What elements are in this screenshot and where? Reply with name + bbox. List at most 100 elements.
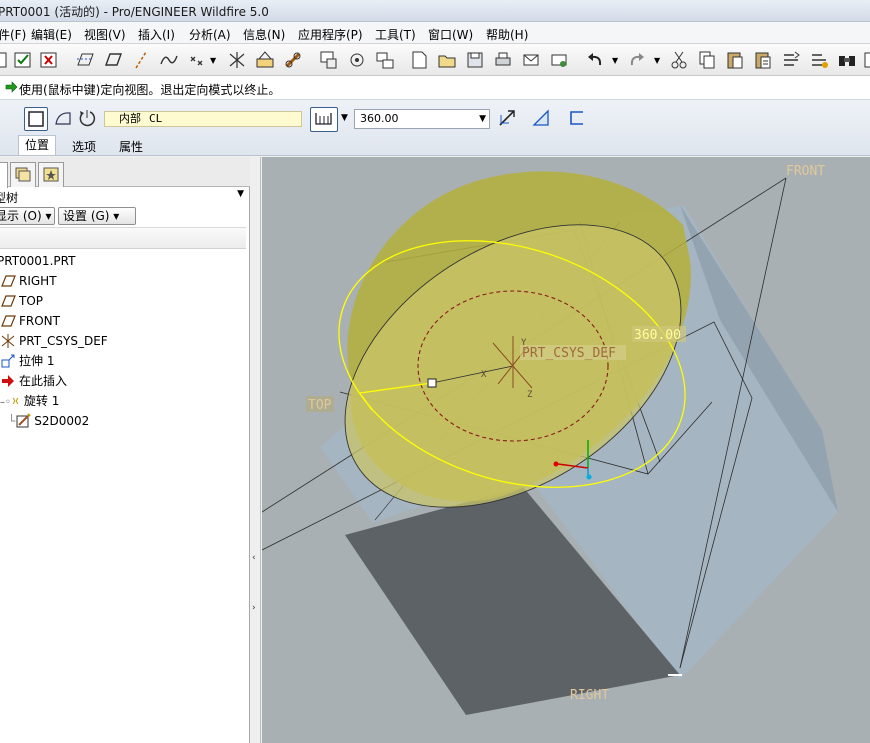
menu-view[interactable]: 视图(V) [84, 26, 126, 43]
flip-direction-button[interactable] [496, 107, 520, 131]
chain-icon[interactable] [282, 49, 304, 71]
pattern-icon[interactable] [346, 49, 368, 71]
flip-direction-icon [499, 110, 515, 126]
undo-dropdown-icon[interactable]: ▼ [612, 56, 618, 65]
surface-icon [55, 112, 71, 125]
triad-x-dot [553, 461, 559, 467]
tab-properties[interactable]: 属性 [119, 138, 143, 155]
tree-item-top[interactable]: TOP [0, 293, 43, 313]
csys-x-label: X [481, 370, 487, 380]
menu-insert[interactable]: 插入(I) [138, 26, 175, 43]
tab-folder-browser[interactable] [10, 162, 36, 187]
panel-splitter[interactable]: ‹ › [250, 157, 261, 743]
angle-dropdown-icon[interactable]: ▼ [479, 110, 486, 128]
menu-window[interactable]: 窗口(W) [428, 26, 473, 43]
tree-item-insert-here[interactable]: 在此插入 [0, 373, 67, 393]
model-view[interactable]: FRONT TOP RIGHT PRT_CSYS_DEF 360.00 X Y … [262, 157, 870, 743]
tree-item-csys[interactable]: PRT_CSYS_DEF [0, 333, 108, 353]
plane-icon[interactable] [102, 49, 124, 71]
tab-model-tree[interactable] [0, 162, 8, 188]
save-icon[interactable] [464, 49, 486, 71]
regenerate-icon[interactable] [0, 49, 10, 71]
select-icon[interactable] [862, 49, 870, 71]
graphics-window[interactable]: FRONT TOP RIGHT PRT_CSYS_DEF 360.00 X Y … [262, 157, 870, 743]
model-tree-menu-icon[interactable]: ▼ [237, 189, 244, 199]
tree-item-right[interactable]: RIGHT [0, 273, 57, 293]
message-arrow-icon [5, 81, 18, 93]
copy-icon[interactable] [696, 49, 718, 71]
curve-icon[interactable] [158, 49, 180, 71]
angle-option-button[interactable] [310, 107, 338, 132]
menu-applications[interactable]: 应用程序(P) [298, 26, 363, 43]
mirror-icon[interactable] [374, 49, 396, 71]
verify-icon[interactable] [12, 49, 34, 71]
tree-item-revolve[interactable]: –◦ 旋转 1 [0, 393, 59, 413]
thicken-button[interactable] [566, 107, 590, 131]
right-plane-label: RIGHT [570, 688, 609, 703]
model-tree-title: 型树 [0, 191, 19, 205]
email-icon[interactable] [520, 49, 542, 71]
tree-column-header [0, 227, 246, 249]
paste-icon[interactable] [724, 49, 746, 71]
find-icon[interactable] [836, 49, 858, 71]
feature-dashboard: 内部 CL ▼ 360.00 ▼ 位置 选项 属性 [0, 100, 870, 156]
csys-z-label: Z [527, 390, 533, 400]
menu-analysis[interactable]: 分析(A) [189, 26, 231, 43]
csys-tool-icon[interactable] [226, 49, 248, 71]
redo-icon[interactable] [626, 49, 648, 71]
surface-button[interactable] [52, 107, 76, 131]
copy-feature-icon[interactable] [318, 49, 340, 71]
csys-y-label: Y [521, 338, 527, 348]
open-file-icon[interactable] [436, 49, 458, 71]
collapse-icon[interactable]: –◦ [0, 397, 11, 408]
undo-icon[interactable] [584, 49, 606, 71]
axis-collector[interactable]: 内部 CL [104, 111, 302, 127]
menu-info[interactable]: 信息(N) [243, 26, 285, 43]
revolve-type-button[interactable] [76, 107, 100, 131]
drag-handle[interactable] [427, 378, 437, 388]
settings-button[interactable]: 设置 (G) ▾ [58, 207, 136, 225]
print-icon[interactable] [492, 49, 514, 71]
new-file-icon[interactable] [408, 49, 430, 71]
paste-special-icon[interactable] [752, 49, 774, 71]
solid-button[interactable] [24, 107, 48, 131]
cut-icon[interactable] [668, 49, 690, 71]
regenerate-model-icon[interactable] [780, 49, 802, 71]
regen-manager-icon[interactable] [808, 49, 830, 71]
collapse-left-icon[interactable]: ‹ [252, 553, 256, 563]
cancel-feature-icon[interactable] [38, 49, 60, 71]
email-link-icon[interactable] [548, 49, 570, 71]
point-dropdown-icon[interactable]: ▼ [210, 56, 216, 65]
folder-browser-icon [15, 167, 31, 182]
tree-item-extrude[interactable]: 拉伸 1 [0, 353, 54, 373]
top-plane-label: TOP [308, 398, 332, 413]
menu-help[interactable]: 帮助(H) [486, 26, 528, 43]
tree-item-front[interactable]: FRONT [0, 313, 60, 333]
tab-options[interactable]: 选项 [72, 138, 96, 155]
analysis-icon[interactable] [254, 49, 276, 71]
angle-dimension[interactable]: 360.00 [634, 328, 681, 343]
tree-item-label: 拉伸 1 [19, 354, 55, 368]
menu-tools[interactable]: 工具(T) [375, 26, 416, 43]
expand-right-icon[interactable]: › [252, 603, 256, 613]
tab-placement[interactable]: 位置 [18, 135, 57, 155]
tree-item-sketch[interactable]: └ S2D0002 [8, 413, 89, 433]
menu-bar: 件(F) 编辑(E) 视图(V) 插入(I) 分析(A) 信息(N) 应用程序(… [0, 22, 870, 44]
show-button[interactable]: 显示 (O) ▾ [0, 207, 55, 225]
axis-collector-value: CL [149, 112, 163, 125]
message-text: 使用(鼠标中键)定向视图。退出定向模式以终止。 [19, 83, 281, 97]
point-icon[interactable] [186, 49, 208, 71]
tree-item-part[interactable]: PRT0001.PRT [0, 253, 75, 273]
datum-plane-icon [1, 315, 16, 327]
revolve-arrow-icon [79, 110, 96, 127]
angle-input[interactable]: 360.00 ▼ [354, 109, 490, 129]
axis-icon[interactable] [130, 49, 152, 71]
tab-favorites[interactable] [38, 162, 64, 187]
triad-z-dot [586, 474, 592, 480]
menu-edit[interactable]: 编辑(E) [31, 26, 72, 43]
menu-file[interactable]: 件(F) [0, 26, 26, 43]
redo-dropdown-icon[interactable]: ▼ [654, 56, 660, 65]
datum-plane-display-icon[interactable] [74, 49, 96, 71]
angle-option-dropdown-icon[interactable]: ▼ [341, 113, 348, 123]
remove-material-button[interactable] [530, 107, 554, 131]
